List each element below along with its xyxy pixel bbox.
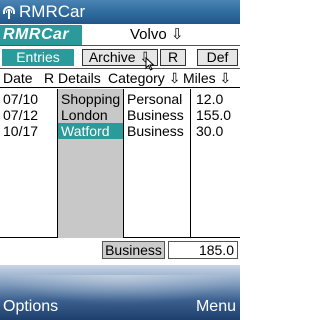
cell-details: Watford xyxy=(61,123,110,139)
cell-category: Personal xyxy=(127,91,183,107)
cell-category: Business xyxy=(127,107,184,123)
header-category[interactable]: Category ⇩ xyxy=(108,69,180,87)
title-bar: RMRCar xyxy=(0,0,240,24)
total-category-selector[interactable]: Business xyxy=(102,241,165,259)
total-miles-value: 185.0 xyxy=(168,241,238,259)
logo-row: RMRCar Volvo ⇩ xyxy=(0,24,240,46)
entries-table: 07/10 Shopping Personal 12.0 07/12 Londo… xyxy=(0,89,240,238)
tab-entries[interactable]: Entries xyxy=(2,49,74,66)
cell-miles: 30.0 xyxy=(196,123,224,139)
cell-category: Business xyxy=(127,123,184,139)
menu-softkey[interactable]: Menu xyxy=(196,298,236,316)
tab-bar: Entries Archive ⇩ R Def xyxy=(0,47,240,69)
table-row[interactable]: 07/10 Shopping Personal 12.0 xyxy=(0,91,240,107)
table-row-selected[interactable]: 10/17 Watford Business 30.0 xyxy=(0,123,240,139)
app-logo: RMRCar xyxy=(0,25,82,45)
table-row[interactable]: 07/12 London Business 155.0 xyxy=(0,107,240,123)
total-row: Business 185.0 xyxy=(0,239,240,261)
cell-details: London xyxy=(61,107,108,123)
vehicle-dropdown[interactable]: Volvo ⇩ xyxy=(130,25,238,45)
table-header: Date R Details Category ⇩ Miles ⇩ xyxy=(0,69,240,88)
header-date[interactable]: Date xyxy=(3,69,33,87)
tab-r[interactable]: R xyxy=(160,49,186,66)
cell-details: Shopping xyxy=(61,91,121,107)
header-details[interactable]: Details xyxy=(58,69,101,87)
app-title: RMRCar xyxy=(19,2,86,21)
cell-date: 10/17 xyxy=(3,123,39,139)
tab-def[interactable]: Def xyxy=(197,49,238,66)
cell-date: 07/10 xyxy=(3,91,39,107)
antenna-icon xyxy=(2,4,16,20)
cell-date: 07/12 xyxy=(3,107,39,123)
header-r[interactable]: R xyxy=(44,69,54,87)
header-miles[interactable]: Miles ⇩ xyxy=(183,69,231,87)
cell-miles: 155.0 xyxy=(196,107,232,123)
options-softkey[interactable]: Options xyxy=(3,298,58,316)
softkey-bar: Options Menu xyxy=(0,265,240,320)
cell-miles: 12.0 xyxy=(196,91,224,107)
